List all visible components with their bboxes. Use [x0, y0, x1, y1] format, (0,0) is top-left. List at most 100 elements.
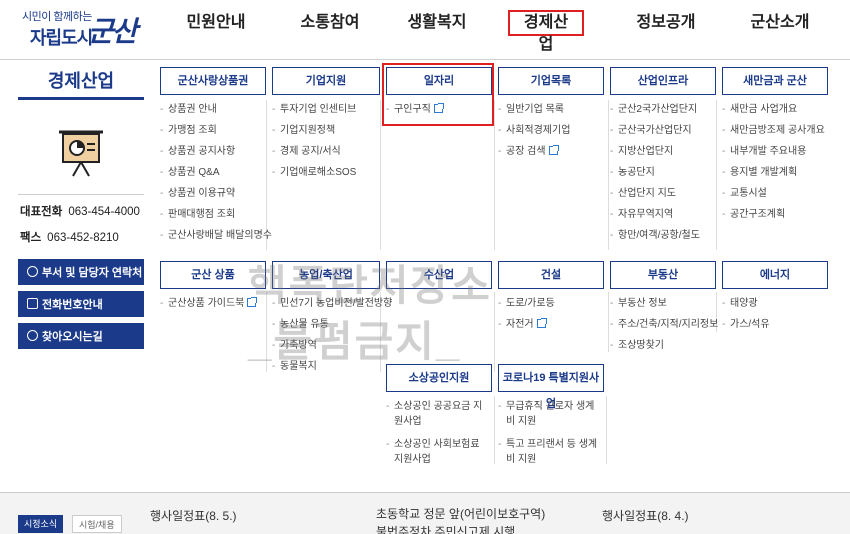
- nav-civil[interactable]: 민원안내: [180, 10, 252, 36]
- directions-button[interactable]: 찾아오시는길: [18, 323, 144, 349]
- menu-item[interactable]: 소상공인 사회보험료 지원사업: [386, 437, 490, 467]
- menu-item[interactable]: 경제 공지/서식: [272, 141, 378, 162]
- menu-item[interactable]: 소상공인 공공요금 지원사업: [386, 399, 490, 429]
- menu-item[interactable]: 태양광: [722, 293, 828, 314]
- menu-item[interactable]: 판매대행점 조회: [160, 204, 266, 225]
- menu-item-factory-search[interactable]: 공장 검색: [498, 141, 604, 162]
- menu-list-energy: 태양광 가스/석유: [722, 293, 828, 335]
- menu-item[interactable]: 부동산 정보: [610, 293, 716, 314]
- menu-item[interactable]: 가맹점 조회: [160, 120, 266, 141]
- menu-list-voucher: 상품권 안내 가맹점 조회 상품권 공지사항 상품권 Q&A 상품권 이용규약 …: [160, 99, 272, 246]
- menu-head-industrial-infra[interactable]: 산업인프라: [610, 67, 716, 95]
- factory-search-label: 공장 검색: [506, 146, 546, 157]
- menu-item[interactable]: 주소/건축/지적/지리정보: [610, 314, 718, 335]
- directions-label: 찾아오시는길: [42, 331, 103, 343]
- menu-item[interactable]: 사회적경제기업: [498, 120, 604, 141]
- menu-head-business-support[interactable]: 기업지원: [272, 67, 380, 95]
- contact-tel: 대표전화 063-454-4000: [18, 203, 144, 219]
- menu-item[interactable]: 무급휴직 근로자 생계비 지원: [498, 399, 602, 429]
- external-link-icon: [536, 318, 547, 328]
- phone-guide-label: 전화번호안내: [42, 299, 103, 311]
- menu-list-real-estate: 부동산 정보 주소/건축/지적/지리정보 조상땅찾기: [610, 293, 718, 356]
- search-icon: [27, 266, 38, 277]
- menu-head-saemangeum[interactable]: 새만금과 군산: [722, 67, 828, 95]
- menu-item-bicycle[interactable]: 자전거: [498, 314, 604, 335]
- menu-item[interactable]: 용지별 개발계획: [722, 162, 830, 183]
- menu-item[interactable]: 새만금 사업개요: [722, 99, 830, 120]
- menu-list-covid-support: 무급휴직 근로자 생계비 지원 특고 프리랜서 등 생계비 지원: [498, 396, 602, 470]
- logo-slogan: 시민이 함께하는: [22, 11, 92, 23]
- menu-head-covid-support[interactable]: 코로나19 특별지원사업: [498, 364, 604, 410]
- menu-item[interactable]: 상품권 이용규약: [160, 183, 266, 204]
- location-pin-icon: [27, 330, 38, 341]
- menu-item[interactable]: 새만금방조제 공사개요: [722, 120, 830, 141]
- menu-item[interactable]: 교통시설: [722, 183, 830, 204]
- nav-economy[interactable]: 경제산업: [508, 10, 584, 53]
- logo-mark: 군산: [88, 15, 138, 48]
- department-contacts-button[interactable]: 부서 및 담당자 연락처: [18, 259, 144, 285]
- menu-item[interactable]: 상품권 안내: [160, 99, 266, 120]
- side-title: 경제산업: [18, 62, 144, 100]
- menu-head-company-list[interactable]: 기업목록: [498, 67, 604, 95]
- contact-fax: 팩스 063-452-8210: [18, 229, 144, 245]
- menu-item[interactable]: 공간구조계획: [722, 204, 830, 225]
- menu-item[interactable]: 군산국가산업단지: [610, 120, 716, 141]
- menu-list-construction: 도로/가로등 자전거: [498, 293, 604, 335]
- bicycle-label: 자전거: [506, 319, 534, 330]
- menu-head-voucher[interactable]: 군산사랑상품권: [160, 67, 266, 95]
- logo-city: 자립도시: [30, 28, 93, 48]
- menu-list-business-support: 투자기업 인센티브 기업지원정책 경제 공지/서식 기업애로해소SOS: [272, 99, 378, 183]
- highlight-jobs: [382, 63, 494, 126]
- tab-exam-recruit[interactable]: 시험/채용: [72, 515, 122, 533]
- news-item[interactable]: 초동학교 정문 앞(어린이보호구역): [376, 505, 545, 522]
- nav-about[interactable]: 군산소개: [744, 10, 816, 36]
- menu-item[interactable]: 가스/석유: [722, 314, 828, 335]
- menu-item[interactable]: 상품권 Q&A: [160, 162, 266, 183]
- menu-head-real-estate[interactable]: 부동산: [610, 261, 716, 289]
- menu-item[interactable]: 항만/여객/공항/철도: [610, 225, 716, 246]
- guidebook-label: 군산상품 가이드북: [168, 298, 245, 309]
- menu-item[interactable]: 기업지원정책: [272, 120, 378, 141]
- site-logo[interactable]: 시민이 함께하는 자립도시 군산: [18, 6, 138, 50]
- menu-item[interactable]: 조상땅찾기: [610, 335, 716, 356]
- side-divider: [18, 194, 144, 195]
- nav-communication[interactable]: 소통참여: [294, 10, 366, 36]
- menu-item[interactable]: 기업애로해소SOS: [272, 162, 378, 183]
- menu-item[interactable]: 투자기업 인센티브: [272, 99, 378, 120]
- news-item[interactable]: 불법주정차 주민신고제 시행: [376, 523, 515, 534]
- menu-item[interactable]: 특고 프리랜서 등 생계비 지원: [498, 437, 602, 467]
- nav-welfare[interactable]: 생활복지: [401, 10, 473, 36]
- menu-item[interactable]: 자유무역지역: [610, 204, 716, 225]
- menu-item[interactable]: 군산사랑배달 배달의명수: [160, 225, 272, 246]
- fax-number: 063-452-8210: [47, 232, 119, 244]
- watermark-line1: 핵폭탄저장소: [248, 262, 492, 309]
- department-contacts-label: 부서 및 담당자 연락처: [42, 267, 143, 279]
- side-panel: 경제산업 대표전화 063-454-4000 팩스 063-452-8210 부서 …: [18, 62, 144, 349]
- menu-item[interactable]: 군산2국가산업단지: [610, 99, 716, 120]
- menu-item[interactable]: 일반기업 목록: [498, 99, 604, 120]
- menu-item[interactable]: 상품권 공지사항: [160, 141, 266, 162]
- tel-label: 대표전화: [20, 206, 63, 218]
- menu-item[interactable]: 지방산업단지: [610, 141, 716, 162]
- menu-list-company-list: 일반기업 목록 사회적경제기업 공장 검색: [498, 99, 604, 162]
- menu-head-construction[interactable]: 건설: [498, 261, 604, 289]
- menu-head-energy[interactable]: 에너지: [722, 261, 828, 289]
- watermark-line2: _불펌금지_: [248, 318, 462, 365]
- phone-guide-button[interactable]: 전화번호안내: [18, 291, 144, 317]
- news-item[interactable]: 행사일정표(8. 5.): [150, 507, 237, 524]
- menu-list-industrial-infra: 군산2국가산업단지 군산국가산업단지 지방산업단지 농공단지 산업단지 지도 자…: [610, 99, 716, 246]
- nav-info[interactable]: 정보공개: [630, 10, 702, 36]
- menu-item[interactable]: 도로/가로등: [498, 293, 604, 314]
- bottom-news-strip: 시정소식 시험/채용 행사일정표(8. 5.) 초동학교 정문 앞(어린이보호구…: [0, 492, 850, 534]
- menu-list-saemangeum: 새만금 사업개요 새만금방조제 공사개요 내부개발 주요내용 용지별 개발계획 …: [722, 99, 830, 225]
- menu-item[interactable]: 농공단지: [610, 162, 716, 183]
- document-icon: [27, 298, 38, 309]
- external-link-icon: [548, 145, 559, 155]
- tel-number: 063-454-4000: [68, 206, 140, 218]
- news-item[interactable]: 행사일정표(8. 4.): [602, 507, 689, 524]
- menu-item[interactable]: 산업단지 지도: [610, 183, 716, 204]
- tab-city-news[interactable]: 시정소식: [18, 515, 64, 533]
- menu-list-small-business: 소상공인 공공요금 지원사업 소상공인 사회보험료 지원사업: [386, 396, 490, 470]
- menu-item[interactable]: 내부개발 주요내용: [722, 141, 830, 162]
- fax-label: 팩스: [20, 232, 42, 244]
